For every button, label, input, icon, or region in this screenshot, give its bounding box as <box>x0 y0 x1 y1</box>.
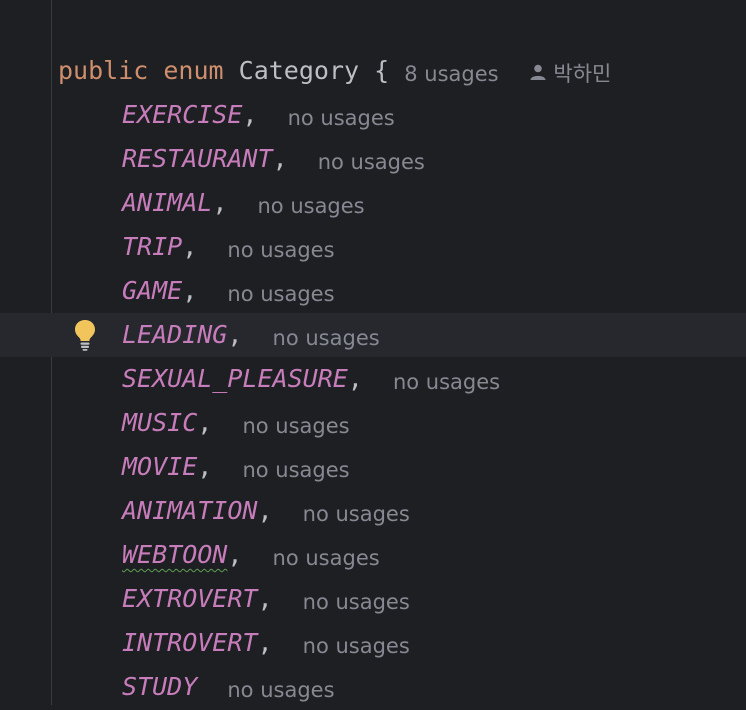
enum-constant: ANIMAL, no usages <box>122 181 365 225</box>
enum-constant-line[interactable]: STUDY no usages <box>0 665 746 709</box>
enum-constant: STUDY no usages <box>122 665 335 709</box>
enum-constant: EXERCISE, no usages <box>122 93 395 137</box>
comma-separator: , <box>197 452 213 481</box>
usages-hint[interactable]: no usages <box>303 502 410 526</box>
comma-separator: , <box>272 144 288 173</box>
enum-constant-name: RESTAURANT <box>122 144 273 173</box>
comma-separator: , <box>257 628 273 657</box>
enum-constant: GAME, no usages <box>122 269 335 313</box>
usages-hint[interactable]: no usages <box>242 458 349 482</box>
class-name: Category <box>238 56 360 85</box>
enum-constant-name: LEADING <box>122 320 228 349</box>
enum-constant: SEXUAL_PLEASURE, no usages <box>122 357 500 401</box>
enum-constant: RESTAURANT, no usages <box>122 137 425 181</box>
enum-constant: INTROVERT, no usages <box>122 621 410 665</box>
usages-hint[interactable]: no usages <box>257 194 364 218</box>
enum-constant: WEBTOON, no usages <box>122 533 380 577</box>
comma-separator: , <box>347 364 363 393</box>
enum-constant-name: STUDY <box>122 672 198 701</box>
comma-separator: , <box>182 276 198 305</box>
enum-declaration-line[interactable]: public enum Category { 8 usages 박하민 <box>0 49 746 93</box>
enum-constant-line[interactable]: GAME, no usages <box>0 269 746 313</box>
enum-constant-name: MUSIC <box>122 408 198 437</box>
enum-constant-name: TRIP <box>122 232 183 261</box>
enum-constant: EXTROVERT, no usages <box>122 577 410 621</box>
comma-separator: , <box>197 408 213 437</box>
usages-hint[interactable]: no usages <box>242 414 349 438</box>
enum-constant-line[interactable]: LEADING, no usages <box>0 313 746 357</box>
lightbulb-icon[interactable] <box>73 318 97 352</box>
enum-constant-name: GAME <box>122 276 183 305</box>
enum-constant-name: ANIMATION <box>122 496 258 525</box>
usages-hint[interactable]: no usages <box>303 634 410 658</box>
enum-constant-line[interactable]: ANIMAL, no usages <box>0 181 746 225</box>
enum-constant-name: MOVIE <box>122 452 198 481</box>
usages-hint[interactable]: no usages <box>288 106 395 130</box>
usages-hint[interactable]: no usages <box>393 370 500 394</box>
usages-hint[interactable]: no usages <box>227 678 334 702</box>
enum-constant-line[interactable]: TRIP, no usages <box>0 225 746 269</box>
enum-constant-name: ANIMAL <box>122 188 213 217</box>
enum-constant-line[interactable]: RESTAURANT, no usages <box>0 137 746 181</box>
enum-constant-line[interactable]: INTROVERT, no usages <box>0 621 746 665</box>
comma-separator: , <box>182 232 198 261</box>
person-icon <box>530 64 546 80</box>
enum-constant-name: SEXUAL_PLEASURE <box>122 364 348 393</box>
enum-constant: LEADING, no usages <box>122 313 380 357</box>
usages-hint[interactable]: no usages <box>318 150 425 174</box>
enum-constant: MUSIC, no usages <box>122 401 350 445</box>
enum-constant-line[interactable]: MOVIE, no usages <box>0 445 746 489</box>
comma-separator: , <box>227 320 243 349</box>
usages-hint[interactable]: no usages <box>227 282 334 306</box>
enum-constant-name: WEBTOON <box>122 540 228 569</box>
keyword-public: public <box>58 56 149 85</box>
enum-constant-line[interactable]: MUSIC, no usages <box>0 401 746 445</box>
author-name: 박하민 <box>553 62 612 86</box>
enum-constant-name: EXTROVERT <box>122 584 258 613</box>
usages-hint[interactable]: no usages <box>273 326 380 350</box>
code-editor[interactable]: public enum Category { 8 usages 박하민 EXER… <box>0 0 746 705</box>
enum-constant: MOVIE, no usages <box>122 445 350 489</box>
comma-separator: , <box>242 100 258 129</box>
keyword-enum: enum <box>163 56 224 85</box>
enum-constant: TRIP, no usages <box>122 225 335 269</box>
enum-constant: ANIMATION, no usages <box>122 489 410 533</box>
usages-hint[interactable]: 8 usages <box>404 62 498 86</box>
enum-constant-line[interactable]: ANIMATION, no usages <box>0 489 746 533</box>
usages-hint[interactable]: no usages <box>227 238 334 262</box>
enum-constant-line[interactable]: SEXUAL_PLEASURE, no usages <box>0 357 746 401</box>
open-brace: { <box>374 56 390 85</box>
comma-separator: , <box>212 188 228 217</box>
comma-separator: , <box>257 496 273 525</box>
enum-constant-name: EXERCISE <box>122 100 243 129</box>
usages-hint[interactable]: no usages <box>303 590 410 614</box>
comma-separator: , <box>227 540 243 569</box>
enum-constant-line[interactable]: WEBTOON, no usages <box>0 533 746 577</box>
usages-hint[interactable]: no usages <box>273 546 380 570</box>
enum-constant-name: INTROVERT <box>122 628 258 657</box>
enum-constant-line[interactable]: EXTROVERT, no usages <box>0 577 746 621</box>
enum-constant-line[interactable]: EXERCISE, no usages <box>0 93 746 137</box>
comma-separator: , <box>257 584 273 613</box>
enum-declaration: public enum Category { 8 usages 박하민 <box>58 49 611 93</box>
author-hint[interactable]: 박하민 <box>529 62 612 86</box>
